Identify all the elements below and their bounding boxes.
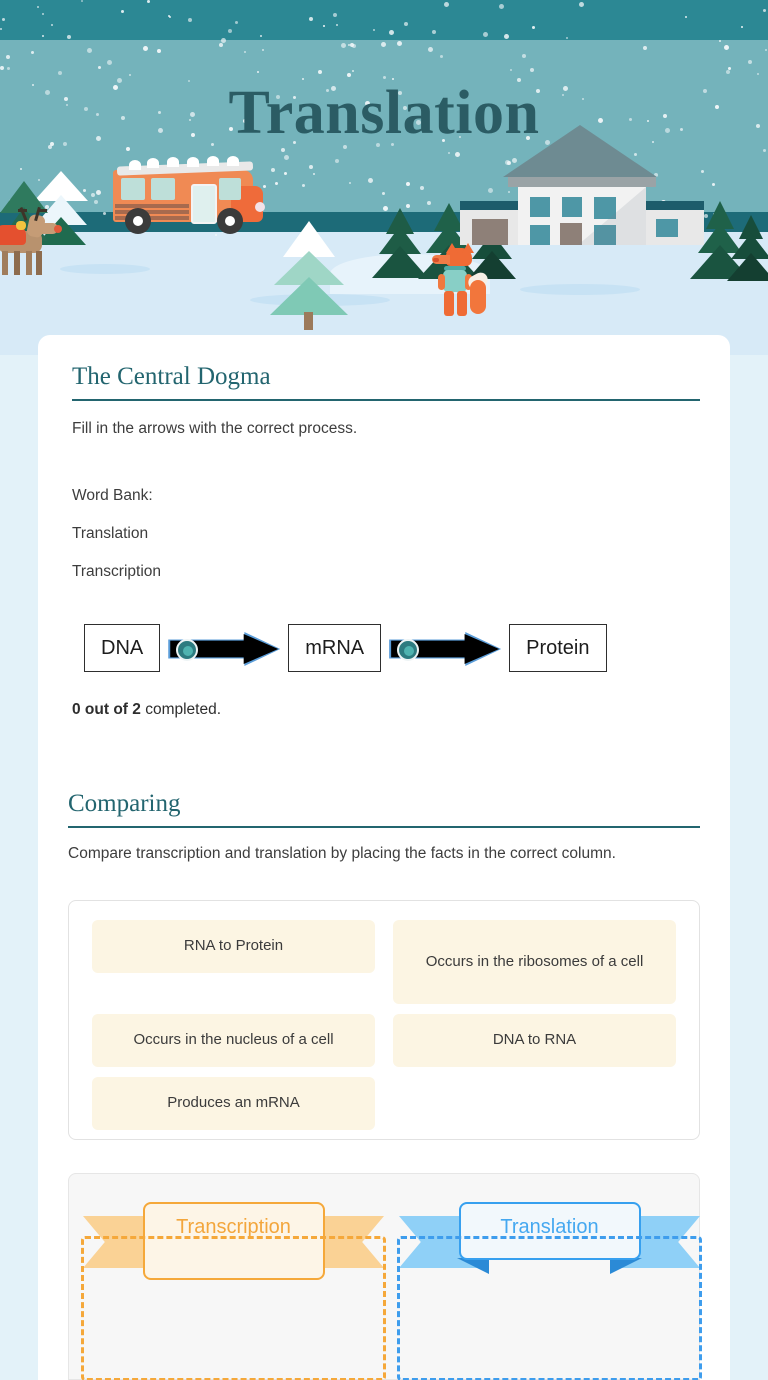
heading-rule xyxy=(72,399,700,401)
sky-top-band xyxy=(0,0,768,40)
school-bus xyxy=(113,152,265,242)
drop-dot-icon[interactable] xyxy=(397,639,420,661)
pine-tree xyxy=(270,218,348,330)
word-bank-label: Word Bank: xyxy=(72,487,153,505)
section-instructions: Compare transcription and translation by… xyxy=(68,845,616,862)
tile-slot: Occurs in the nucleus of a cell xyxy=(83,1009,384,1072)
worksheet-card: The Central Dogma Fill in the arrows wit… xyxy=(38,335,730,1380)
school-building xyxy=(460,125,705,245)
fact-tile[interactable]: Occurs in the ribosomes of a cell xyxy=(393,920,676,1004)
section-heading: The Central Dogma xyxy=(72,363,271,390)
section-central-dogma: The Central Dogma Fill in the arrows wit… xyxy=(72,363,700,601)
fact-tile[interactable]: Occurs in the nucleus of a cell xyxy=(92,1014,375,1067)
tile-slot: Produces an mRNA xyxy=(83,1072,384,1135)
drop-zone-transcription[interactable]: Transcription xyxy=(81,1202,386,1380)
tile-slot: Occurs in the ribosomes of a cell xyxy=(384,915,685,1009)
section-heading: Comparing xyxy=(68,790,181,817)
reindeer xyxy=(0,205,62,285)
tile-slot: DNA to RNA xyxy=(384,1009,685,1072)
drop-zone-translation[interactable]: Translation xyxy=(397,1202,702,1380)
word-bank-item: Transcription xyxy=(72,563,162,581)
arrow-drop-target-2[interactable] xyxy=(389,626,502,670)
section-instructions: Fill in the arrows with the correct proc… xyxy=(72,420,358,437)
diagram-term-dna: DNA xyxy=(84,624,161,672)
fox-mascot xyxy=(432,243,491,316)
hero-banner: Translation xyxy=(0,0,768,355)
progress-status: 0 out of 2 completed. xyxy=(72,701,221,719)
fact-tile[interactable]: RNA to Protein xyxy=(92,920,375,973)
pine-tree xyxy=(727,212,768,281)
fact-tile[interactable]: DNA to RNA xyxy=(393,1014,676,1067)
arrow-drop-target-1[interactable] xyxy=(168,626,281,670)
tile-slot: RNA to Protein xyxy=(83,915,384,1009)
drop-area[interactable] xyxy=(81,1236,386,1380)
drop-zone-container: Transcription Translation xyxy=(68,1173,702,1380)
word-bank: Word Bank: Translation Transcription xyxy=(72,487,700,581)
drop-area[interactable] xyxy=(397,1236,702,1380)
diagram-term-mrna: mRNA xyxy=(288,624,382,672)
central-dogma-diagram: DNA mRNA Protein xyxy=(84,620,704,676)
progress-count: 0 out of 2 xyxy=(72,701,141,718)
fact-tile[interactable]: Produces an mRNA xyxy=(92,1077,375,1130)
heading-rule xyxy=(68,826,700,828)
section-comparing: Comparing Compare transcription and tran… xyxy=(68,790,700,866)
tile-slot-empty xyxy=(384,1072,685,1135)
worksheet-page: Translation The Central Dogma Fill in th… xyxy=(0,0,768,1380)
diagram-term-protein: Protein xyxy=(509,624,607,672)
progress-suffix: completed. xyxy=(140,701,222,718)
word-bank-item: Translation xyxy=(72,525,149,543)
fact-tile-bank: RNA to Protein Occurs in the ribosomes o… xyxy=(68,900,700,1140)
